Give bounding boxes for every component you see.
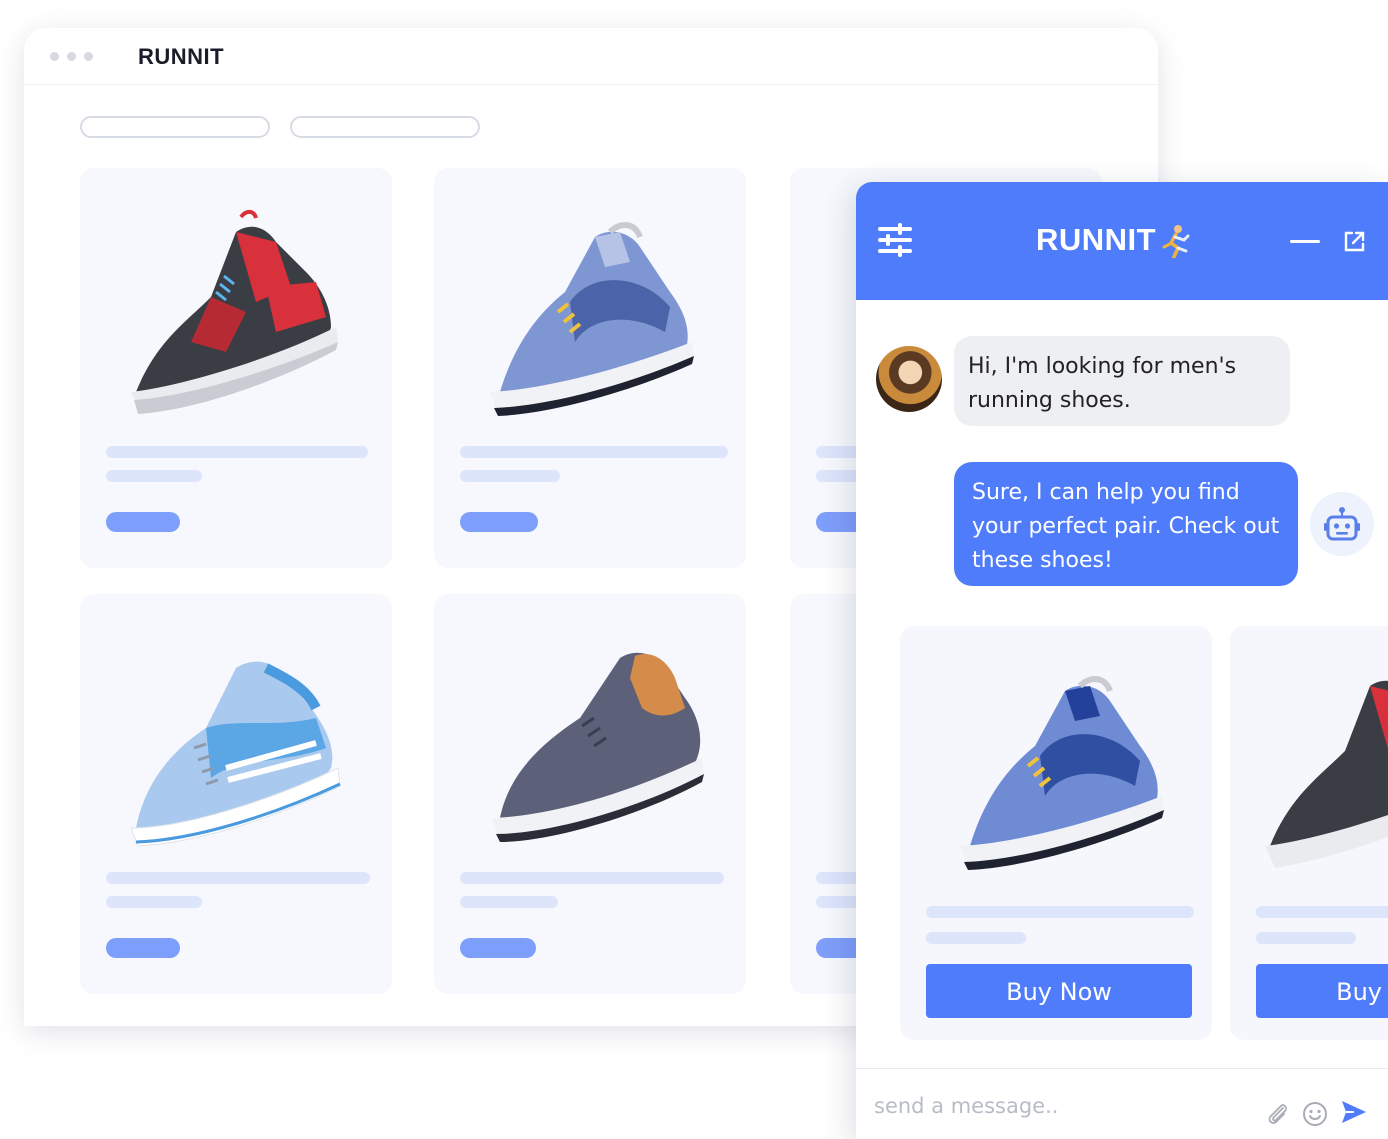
sliders-icon[interactable] [876,222,914,258]
subtitle-placeholder [106,896,202,908]
user-message: Hi, I'm looking for men's running shoes. [954,336,1290,426]
buy-now-button[interactable]: Buy Now [1256,964,1388,1018]
browser-titlebar: RUNNIT [24,28,1158,85]
bot-message: Sure, I can help you find your perfect p… [954,462,1298,586]
subtitle-placeholder [926,932,1026,944]
chat-product-card[interactable]: Buy Now [900,626,1212,1040]
window-dot[interactable] [84,52,93,61]
external-link-icon[interactable] [1342,230,1366,254]
filter-pill[interactable] [80,116,270,138]
sneaker-red-black-image [1265,680,1388,868]
sneaker-grey-orange-image [492,652,704,842]
robot-icon [1324,507,1360,541]
product-card[interactable] [80,168,392,568]
product-card[interactable] [434,168,746,568]
sneaker-blue-yellow-image [490,222,694,416]
filter-pill[interactable] [290,116,480,138]
subtitle-placeholder [460,470,560,482]
price-placeholder [460,938,536,958]
chat-product-card[interactable]: Buy Now [1230,626,1388,1040]
site-logo: RUNNIT [138,44,225,69]
product-card[interactable] [434,594,746,994]
subtitle-placeholder [460,896,558,908]
sneaker-blue-yellow-image [960,676,1164,870]
subtitle-placeholder [106,470,202,482]
user-avatar [876,346,942,412]
message-input[interactable] [872,1087,1236,1125]
paperclip-icon[interactable] [1266,1101,1290,1127]
title-placeholder [926,906,1194,918]
chat-title: RUNNIT [1036,222,1157,257]
running-person-icon [1162,225,1190,258]
chat-widget: RUNNIT Hi, I'm looking for men's running… [856,182,1388,1139]
title-placeholder [460,872,724,884]
window-dot[interactable] [50,52,59,61]
window-dot[interactable] [67,52,76,61]
title-placeholder [106,446,368,458]
title-placeholder [1256,906,1388,918]
price-placeholder [460,512,538,532]
sneaker-light-blue-image [130,661,341,847]
emoji-icon[interactable] [1302,1101,1328,1127]
window-controls [50,52,93,61]
subtitle-placeholder [1256,932,1356,944]
buy-now-button[interactable]: Buy Now [926,964,1192,1018]
title-placeholder [106,872,370,884]
price-placeholder [106,512,180,532]
title-placeholder [460,446,728,458]
sneaker-red-black-image [131,209,338,414]
minimize-icon[interactable] [1290,240,1320,243]
price-placeholder [106,938,180,958]
bot-avatar [1310,492,1374,556]
chat-header: RUNNIT [856,182,1388,300]
product-card[interactable] [80,594,392,994]
send-icon[interactable] [1340,1099,1368,1125]
message-composer [856,1068,1388,1139]
